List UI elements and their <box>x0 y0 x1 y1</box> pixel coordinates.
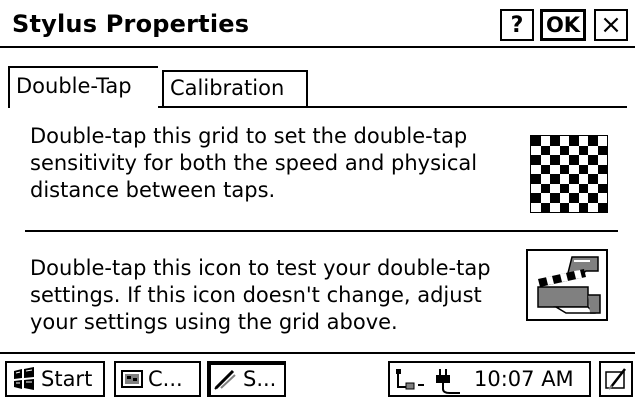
stylus-properties-window: Stylus Properties ? OK × Double-Tap Cali… <box>0 0 635 401</box>
grid-cell <box>550 155 560 165</box>
grid-cell <box>578 193 588 203</box>
grid-cell <box>559 202 569 212</box>
grid-cell <box>569 174 579 184</box>
grid-cell <box>569 136 579 146</box>
grid-cell <box>550 145 560 155</box>
taskbar-task-control-panel[interactable]: C... <box>114 361 201 397</box>
grid-cell <box>578 155 588 165</box>
grid-cell <box>588 193 598 203</box>
clapperboard-test-icon[interactable] <box>526 249 608 321</box>
grid-cell <box>578 145 588 155</box>
grid-cell <box>588 164 598 174</box>
task1-label: C... <box>148 367 183 391</box>
grid-cell <box>531 193 541 203</box>
window-title: Stylus Properties <box>12 10 250 38</box>
grid-cell <box>588 183 598 193</box>
grid-cell <box>531 145 541 155</box>
ok-button[interactable]: OK <box>540 9 586 41</box>
start-label: Start <box>41 367 93 391</box>
grid-cell <box>569 145 579 155</box>
grid-cell <box>597 136 607 146</box>
grid-cell <box>569 193 579 203</box>
grid-cell <box>559 164 569 174</box>
grid-cell <box>597 164 607 174</box>
clapperboard-graphic <box>532 255 602 315</box>
grid-cell <box>578 202 588 212</box>
grid-cell <box>597 174 607 184</box>
system-tray: 10:07 AM <box>388 361 591 397</box>
grid-cell <box>531 183 541 193</box>
start-button[interactable]: Start <box>5 361 105 397</box>
grid-cell <box>550 183 560 193</box>
grid-cell <box>531 202 541 212</box>
taskbar-task-stylus[interactable]: S... <box>207 361 286 397</box>
show-desktop-icon <box>605 368 626 390</box>
task2-label: S... <box>243 367 277 391</box>
connection-icon[interactable] <box>394 367 430 393</box>
grid-cell <box>597 202 607 212</box>
grid-cell <box>588 136 598 146</box>
grid-cell <box>540 174 550 184</box>
grid-cell <box>559 155 569 165</box>
grid-cell <box>540 164 550 174</box>
grid-cell <box>550 136 560 146</box>
tab-double-tap[interactable]: Double-Tap <box>8 66 158 108</box>
grid-cell <box>559 174 569 184</box>
tab-baseline <box>158 106 627 108</box>
grid-cell <box>597 155 607 165</box>
grid-cell <box>550 174 560 184</box>
grid-cell <box>588 155 598 165</box>
taskbar: Start C... S... 10:07 AM <box>0 352 635 401</box>
grid-cell <box>588 145 598 155</box>
checkerboard-grid-icon[interactable] <box>530 135 608 213</box>
grid-cell <box>559 193 569 203</box>
grid-cell <box>578 183 588 193</box>
title-bar: Stylus Properties ? OK × <box>0 0 635 48</box>
grid-cell <box>569 155 579 165</box>
grid-cell <box>569 202 579 212</box>
grid-cell <box>569 164 579 174</box>
grid-cell <box>540 136 550 146</box>
grid-cell <box>540 155 550 165</box>
power-plug-icon[interactable] <box>430 365 464 395</box>
close-button[interactable]: × <box>594 9 628 41</box>
grid-cell <box>540 202 550 212</box>
control-panel-icon <box>121 370 143 388</box>
grid-cell <box>578 164 588 174</box>
stylus-icon <box>214 369 236 390</box>
grid-cell <box>588 202 598 212</box>
grid-cell <box>531 164 541 174</box>
grid-instruction-text: Double-tap this grid to set the double-t… <box>30 124 478 202</box>
grid-cell <box>597 193 607 203</box>
grid-cell <box>531 174 541 184</box>
grid-cell <box>531 155 541 165</box>
grid-cell <box>578 174 588 184</box>
grid-cell <box>597 183 607 193</box>
grid-cell <box>597 145 607 155</box>
grid-cell <box>550 193 560 203</box>
grid-cell <box>550 202 560 212</box>
grid-cell <box>559 183 569 193</box>
grid-cell <box>531 136 541 146</box>
grid-cell <box>559 136 569 146</box>
grid-cell <box>569 183 579 193</box>
icon-instruction-text: Double-tap this icon to test your double… <box>30 256 491 334</box>
tab-calibration[interactable]: Calibration <box>162 70 308 106</box>
clock[interactable]: 10:07 AM <box>474 363 574 395</box>
show-desktop-button[interactable] <box>599 361 633 397</box>
grid-cell <box>550 164 560 174</box>
grid-cell <box>540 183 550 193</box>
double-tap-panel: Double-tap this grid to set the double-t… <box>8 106 626 338</box>
windows-flag-icon <box>14 367 34 390</box>
grid-cell <box>578 136 588 146</box>
section-divider <box>25 230 618 232</box>
grid-cell <box>540 145 550 155</box>
grid-cell <box>540 193 550 203</box>
help-button[interactable]: ? <box>500 9 534 41</box>
grid-cell <box>559 145 569 155</box>
grid-cell <box>588 174 598 184</box>
